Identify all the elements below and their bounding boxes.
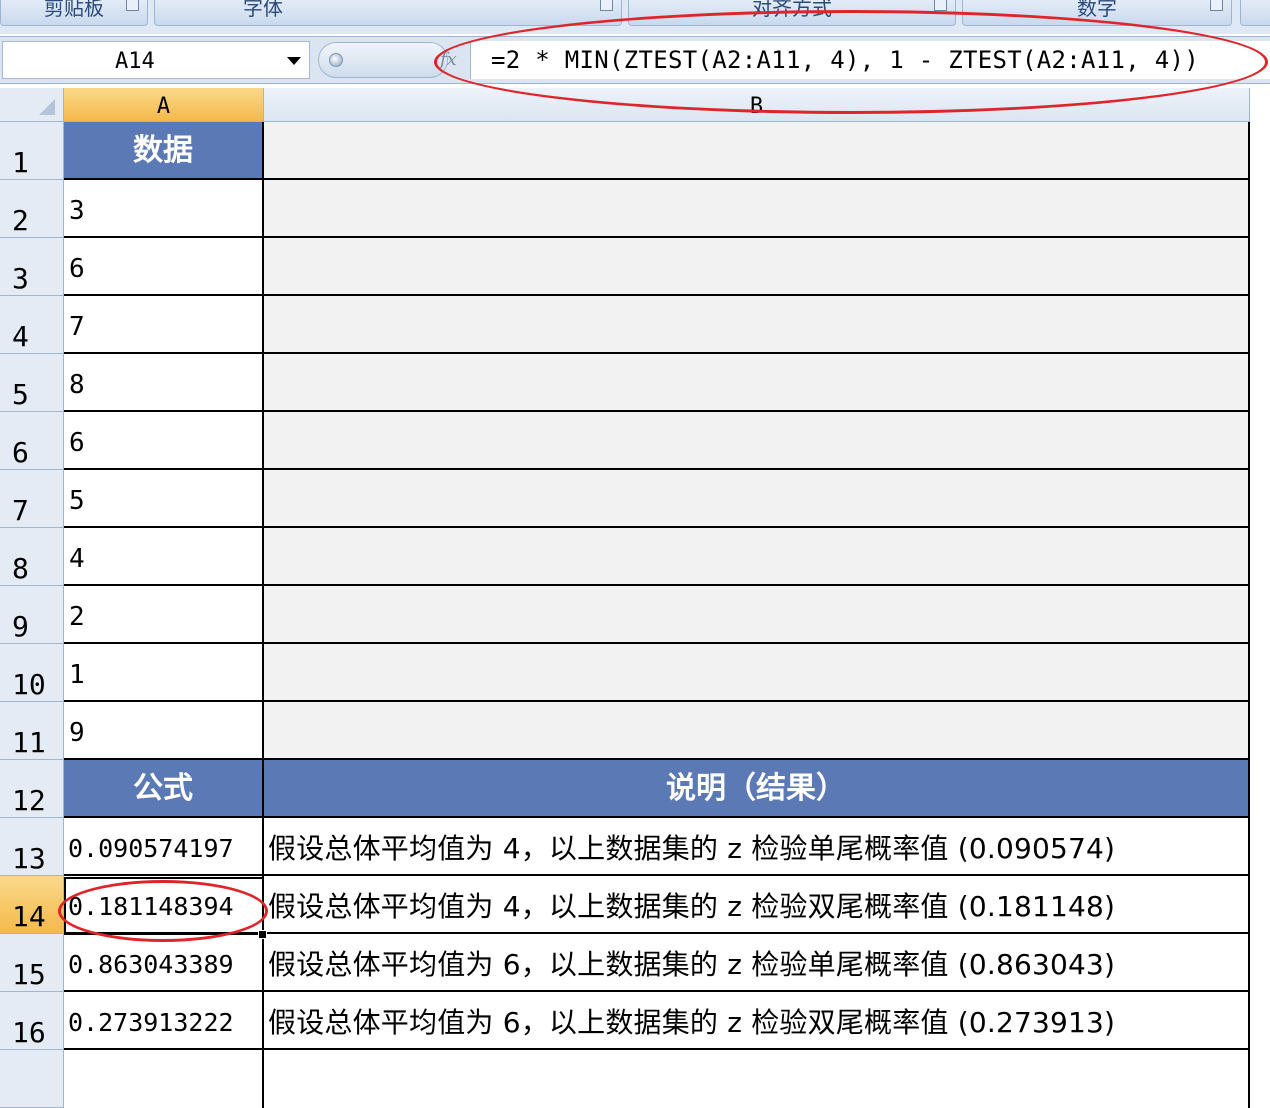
- dialog-launcher-icon[interactable]: [1210, 0, 1223, 11]
- data-cell[interactable]: 1: [64, 644, 264, 702]
- empty-cell[interactable]: [264, 702, 1250, 760]
- dialog-launcher-icon[interactable]: [600, 0, 613, 11]
- fill-handle[interactable]: [258, 930, 267, 939]
- empty-cell[interactable]: [264, 644, 1250, 702]
- font-group[interactable]: 字体: [154, 0, 622, 26]
- row-header-active[interactable]: 14: [0, 876, 64, 934]
- group-label: 数字: [1077, 0, 1117, 20]
- empty-cell[interactable]: [264, 122, 1250, 180]
- sheet-right-margin: [1250, 122, 1270, 1066]
- empty-cell[interactable]: [64, 1050, 264, 1108]
- splitter-knob-icon[interactable]: [329, 53, 343, 67]
- empty-cell[interactable]: [264, 354, 1250, 412]
- chevron-down-icon[interactable]: [287, 57, 301, 65]
- row-header[interactable]: 16: [0, 992, 64, 1050]
- fx-icon[interactable]: fx: [440, 49, 457, 70]
- alignment-group[interactable]: 对齐方式: [628, 0, 956, 26]
- description-cell[interactable]: 假设总体平均值为 4，以上数据集的 z 检验双尾概率值 (0.181148): [264, 876, 1250, 934]
- empty-cell[interactable]: [264, 180, 1250, 238]
- group-label: 对齐方式: [752, 0, 832, 20]
- row-header[interactable]: 15: [0, 934, 64, 992]
- select-all-button[interactable]: [0, 88, 64, 122]
- header-cell-formula[interactable]: 公式: [64, 760, 264, 818]
- select-all-icon: [39, 99, 55, 115]
- data-cell[interactable]: 9: [64, 702, 264, 760]
- next-group[interactable]: [1240, 0, 1270, 26]
- row-header[interactable]: 3: [0, 238, 64, 296]
- data-cell[interactable]: 8: [64, 354, 264, 412]
- data-cell[interactable]: 6: [64, 238, 264, 296]
- empty-cell[interactable]: [264, 1050, 1250, 1108]
- row-header[interactable]: 12: [0, 760, 64, 818]
- ribbon: 剪贴板 字体 对齐方式 数字: [0, 0, 1270, 34]
- empty-cell[interactable]: [264, 296, 1250, 354]
- row-header[interactable]: [0, 1050, 64, 1108]
- name-box-value: A14: [115, 49, 155, 74]
- empty-cell[interactable]: [264, 238, 1250, 296]
- formula-text: =2 * MIN(ZTEST(A2:A11, 4), 1 - ZTEST(A2:…: [491, 46, 1199, 74]
- row-header[interactable]: 11: [0, 702, 64, 760]
- row-header[interactable]: 6: [0, 412, 64, 470]
- annotation-circle-cell: [58, 880, 268, 942]
- description-cell[interactable]: 假设总体平均值为 6，以上数据集的 z 检验单尾概率值 (0.863043): [264, 934, 1250, 992]
- row-header[interactable]: 7: [0, 470, 64, 528]
- row-header[interactable]: 9: [0, 586, 64, 644]
- dialog-launcher-icon[interactable]: [934, 0, 947, 11]
- data-cell[interactable]: 3: [64, 180, 264, 238]
- empty-cell[interactable]: [264, 412, 1250, 470]
- formula-bar-splitter[interactable]: [318, 42, 448, 78]
- data-cell[interactable]: 5: [64, 470, 264, 528]
- row-header[interactable]: 13: [0, 818, 64, 876]
- column-header-b[interactable]: B: [264, 88, 1250, 122]
- description-cell[interactable]: 假设总体平均值为 4，以上数据集的 z 检验单尾概率值 (0.090574): [264, 818, 1250, 876]
- row-header[interactable]: 5: [0, 354, 64, 412]
- empty-cell[interactable]: [264, 586, 1250, 644]
- empty-cell[interactable]: [264, 528, 1250, 586]
- description-cell[interactable]: 假设总体平均值为 6，以上数据集的 z 检验双尾概率值 (0.273913): [264, 992, 1250, 1050]
- empty-cell[interactable]: [264, 470, 1250, 528]
- formula-bar: A14 fx =2 * MIN(ZTEST(A2:A11, 4), 1 - ZT…: [0, 36, 1270, 84]
- formula-input[interactable]: =2 * MIN(ZTEST(A2:A11, 4), 1 - ZTEST(A2:…: [470, 41, 1270, 79]
- result-cell[interactable]: 0.090574197: [64, 818, 264, 876]
- row-header[interactable]: 8: [0, 528, 64, 586]
- number-group[interactable]: 数字: [962, 0, 1232, 26]
- header-cell-description[interactable]: 说明（结果）: [264, 760, 1250, 818]
- group-label: 字体: [243, 0, 283, 20]
- name-box[interactable]: A14: [2, 41, 310, 79]
- data-cell[interactable]: 6: [64, 412, 264, 470]
- result-cell[interactable]: 0.863043389: [64, 934, 264, 992]
- result-cell[interactable]: 0.273913222: [64, 992, 264, 1050]
- row-header[interactable]: 10: [0, 644, 64, 702]
- row-header[interactable]: 1: [0, 122, 64, 180]
- data-cell[interactable]: 2: [64, 586, 264, 644]
- header-cell-data[interactable]: 数据: [64, 122, 264, 180]
- data-cell[interactable]: 7: [64, 296, 264, 354]
- row-header[interactable]: 2: [0, 180, 64, 238]
- column-header-a[interactable]: A: [64, 88, 264, 122]
- row-header[interactable]: 4: [0, 296, 64, 354]
- data-cell[interactable]: 4: [64, 528, 264, 586]
